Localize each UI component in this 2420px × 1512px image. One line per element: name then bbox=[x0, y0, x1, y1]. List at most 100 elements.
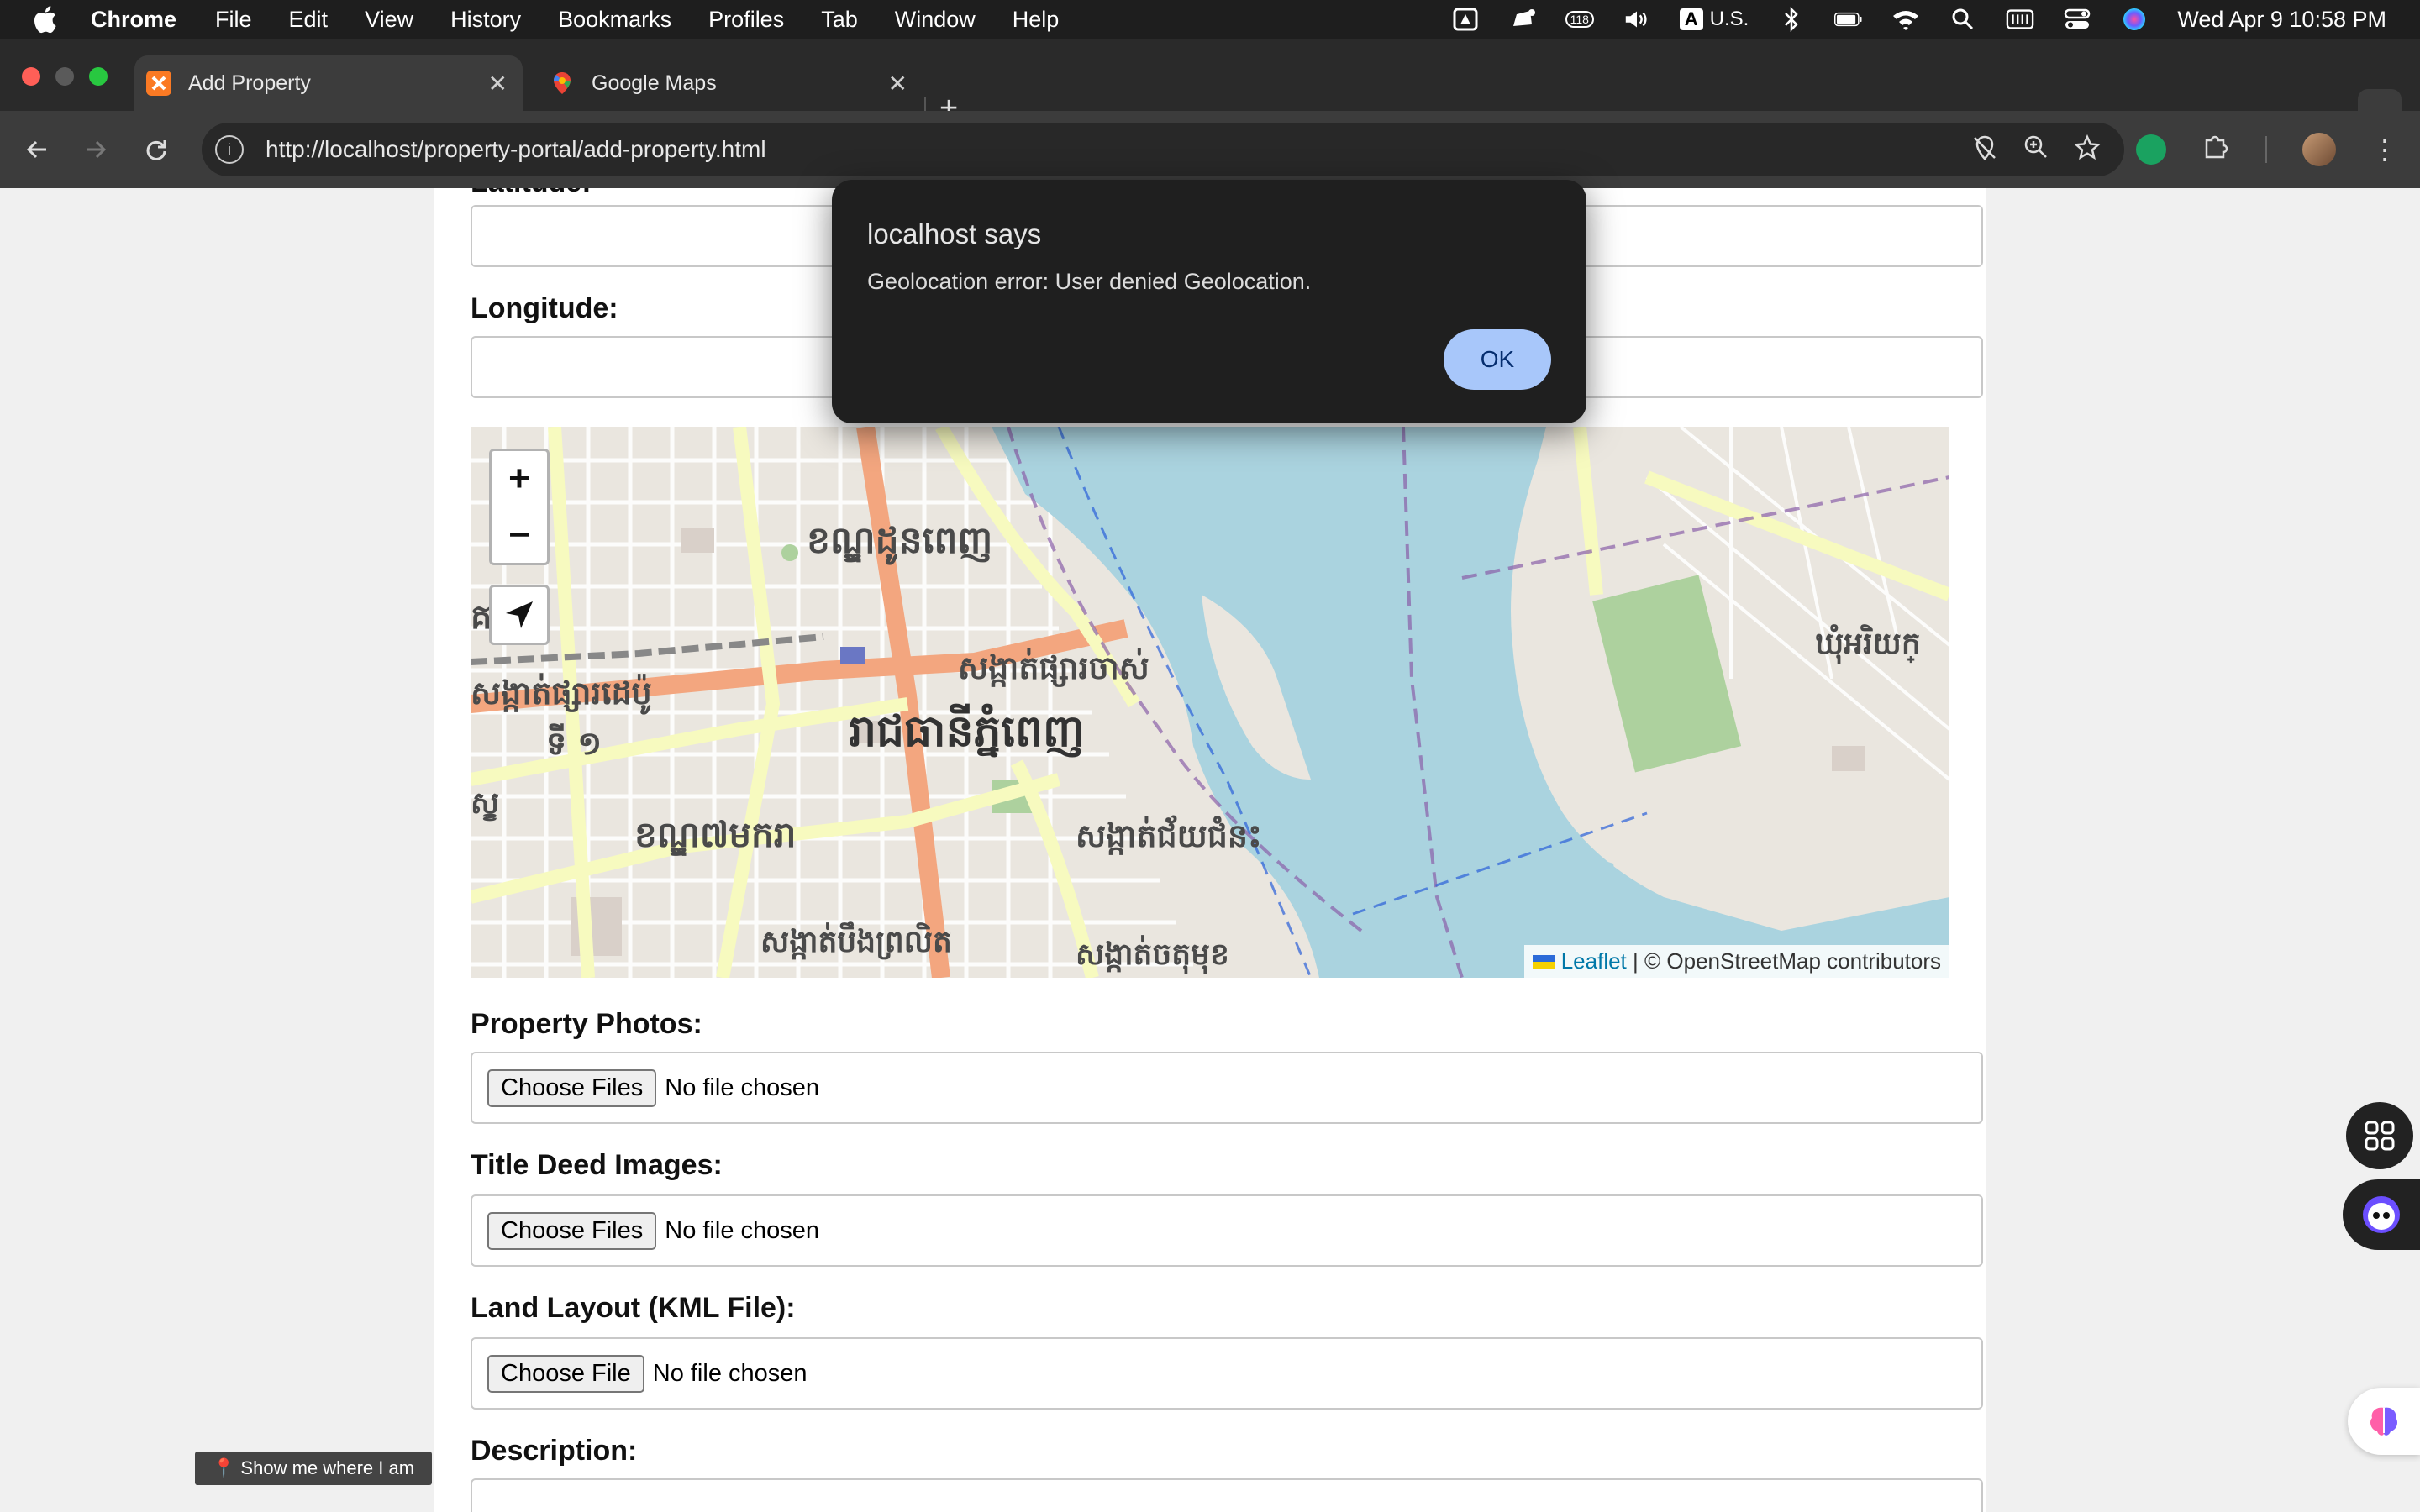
floating-apps-grid-button[interactable] bbox=[2346, 1102, 2413, 1169]
bluetooth-icon[interactable] bbox=[1777, 7, 1806, 32]
map-attribution: Leaflet | © OpenStreetMap contributors bbox=[1523, 945, 1949, 978]
tab-close-icon[interactable]: ✕ bbox=[488, 70, 508, 97]
google-maps-favicon-icon bbox=[554, 72, 571, 94]
grid-icon bbox=[2365, 1121, 2395, 1151]
extension-green-icon[interactable] bbox=[2136, 134, 2166, 165]
menu-window[interactable]: Window bbox=[895, 7, 976, 33]
menu-file[interactable]: File bbox=[215, 7, 252, 33]
land-layout-status: No file chosen bbox=[652, 1359, 808, 1387]
profile-avatar[interactable] bbox=[2302, 133, 2336, 166]
assistant-face-icon bbox=[2363, 1196, 2400, 1233]
land-layout-input[interactable]: Choose File No file chosen bbox=[471, 1337, 1983, 1410]
toolbar-separator bbox=[2265, 136, 2267, 163]
show-me-where-i-am-button[interactable]: 📍 Show me where I am bbox=[195, 1452, 432, 1485]
wifi-icon[interactable] bbox=[1891, 7, 1920, 32]
floating-brain-button[interactable] bbox=[2348, 1388, 2420, 1455]
menu-help[interactable]: Help bbox=[1013, 7, 1060, 33]
latitude-label: Latitude: bbox=[471, 188, 592, 199]
badge-icon[interactable]: 118 bbox=[1565, 7, 1594, 32]
volume-icon[interactable] bbox=[1623, 7, 1651, 32]
drive-icon[interactable] bbox=[1451, 7, 1480, 32]
dialog-ok-button[interactable]: OK bbox=[1444, 329, 1551, 390]
xampp-favicon-icon bbox=[146, 71, 171, 96]
notification-icon[interactable] bbox=[1508, 7, 1537, 32]
description-label: Description: bbox=[471, 1435, 638, 1467]
menubar-clock[interactable]: Wed Apr 9 10:58 PM bbox=[2177, 7, 2386, 33]
menu-bookmarks[interactable]: Bookmarks bbox=[558, 7, 671, 33]
window-zoom-button[interactable] bbox=[89, 67, 108, 86]
tab-title: Add Property bbox=[188, 71, 311, 95]
title-deed-label: Title Deed Images: bbox=[471, 1149, 723, 1181]
property-photos-status: No file chosen bbox=[665, 1074, 820, 1101]
input-source-label: U.S. bbox=[1709, 8, 1749, 30]
status-area: 118 A U.S. Wed Apr 9 10:58 PM bbox=[1451, 0, 2386, 39]
menu-view[interactable]: View bbox=[365, 7, 413, 33]
back-button[interactable] bbox=[18, 131, 55, 168]
map-tiles: ខណ្ឌដូនពេញ គាត សង្កាត់ផ្សារដេប៉ូ ទី ១ សង… bbox=[471, 427, 1949, 978]
land-layout-choose-button[interactable]: Choose File bbox=[487, 1354, 644, 1393]
map-label: សង្កាត់បឹងព្រលិត bbox=[760, 921, 952, 960]
battery-icon[interactable] bbox=[1834, 7, 1863, 32]
leaflet-map[interactable]: ខណ្ឌដូនពេញ គាត សង្កាត់ផ្សារដេប៉ូ ទី ១ សង… bbox=[471, 427, 1949, 978]
alert-dialog: localhost says Geolocation error: User d… bbox=[832, 180, 1586, 423]
window-minimize-button[interactable] bbox=[55, 67, 74, 86]
extensions-puzzle-icon[interactable] bbox=[2202, 132, 2230, 167]
zoom-icon[interactable] bbox=[2023, 134, 2049, 168]
map-label: សង្កាត់ចតុមុខ bbox=[1076, 935, 1229, 974]
menu-history[interactable]: History bbox=[450, 7, 521, 33]
reload-button[interactable] bbox=[138, 131, 175, 168]
siri-icon[interactable] bbox=[2120, 7, 2149, 32]
attribution-text: © OpenStreetMap contributors bbox=[1644, 948, 1941, 974]
brain-icon bbox=[2370, 1407, 2397, 1436]
tab-title: Google Maps bbox=[592, 71, 717, 95]
menu-kebab-icon[interactable]: ⋮ bbox=[2371, 134, 2398, 165]
apple-logo-icon[interactable] bbox=[32, 5, 57, 34]
location-blocked-icon[interactable] bbox=[1971, 134, 1998, 168]
navigation-arrow-icon bbox=[506, 601, 533, 628]
tab-google-maps[interactable]: Google Maps ✕ bbox=[538, 55, 923, 111]
dialog-title: localhost says bbox=[867, 218, 1042, 249]
search-icon[interactable] bbox=[1949, 7, 1977, 32]
menu-app-chrome[interactable]: Chrome bbox=[91, 7, 176, 33]
forward-button[interactable] bbox=[77, 131, 114, 168]
attribution-separator: | bbox=[1626, 948, 1644, 974]
map-locate-button[interactable] bbox=[489, 585, 550, 645]
map-label: ស្ខ bbox=[471, 786, 499, 822]
badge-count: 118 bbox=[1565, 11, 1594, 28]
map-label: ឃុំអរិយក្ bbox=[1815, 624, 1921, 664]
macos-menu-bar: Chrome File Edit View History Bookmarks … bbox=[0, 0, 2420, 39]
address-bar[interactable]: i http://localhost/property-portal/add-p… bbox=[202, 123, 2124, 176]
tab-close-icon[interactable]: ✕ bbox=[888, 70, 908, 97]
map-zoom-in-button[interactable]: + bbox=[492, 451, 547, 507]
toolbar-right: ⋮ bbox=[2136, 128, 2420, 171]
menu-edit[interactable]: Edit bbox=[289, 7, 329, 33]
omnibox-actions bbox=[1971, 134, 2102, 168]
memory-icon[interactable] bbox=[2006, 7, 2034, 32]
window-close-button[interactable] bbox=[22, 67, 40, 86]
bookmark-star-icon[interactable] bbox=[2073, 134, 2102, 168]
description-textarea[interactable] bbox=[471, 1478, 1983, 1512]
map-zoom-out-button[interactable]: − bbox=[492, 507, 547, 563]
browser-toolbar: i http://localhost/property-portal/add-p… bbox=[0, 111, 2420, 189]
property-photos-input[interactable]: Choose Files No file chosen bbox=[471, 1052, 1983, 1124]
map-zoom-control: + − bbox=[489, 449, 550, 565]
land-layout-label: Land Layout (KML File): bbox=[471, 1292, 796, 1324]
property-photos-choose-button[interactable]: Choose Files bbox=[487, 1068, 657, 1107]
map-label: ខណ្ឌ៧មករា bbox=[634, 814, 796, 856]
leaflet-link[interactable]: Leaflet bbox=[1561, 948, 1627, 974]
tab-add-property[interactable]: Add Property ✕ bbox=[134, 55, 523, 111]
menu-tab[interactable]: Tab bbox=[821, 7, 858, 33]
map-label: រាជធានីភ្នំពេញ bbox=[849, 703, 1085, 758]
map-label: ខណ្ឌដូនពេញ bbox=[807, 519, 992, 565]
site-info-icon[interactable]: i bbox=[215, 135, 244, 164]
longitude-label: Longitude: bbox=[471, 292, 618, 324]
menu-profiles[interactable]: Profiles bbox=[708, 7, 784, 33]
ukraine-flag-icon bbox=[1532, 954, 1555, 969]
input-source[interactable]: A U.S. bbox=[1679, 7, 1749, 32]
input-source-letter: A bbox=[1679, 8, 1703, 30]
map-label: សង្កាត់ផ្សារចាស់ bbox=[958, 648, 1150, 687]
title-deed-input[interactable]: Choose Files No file chosen bbox=[471, 1194, 1983, 1267]
title-deed-choose-button[interactable]: Choose Files bbox=[487, 1211, 657, 1250]
floating-assistant-button[interactable] bbox=[2343, 1179, 2420, 1250]
control-center-icon[interactable] bbox=[2063, 7, 2091, 32]
